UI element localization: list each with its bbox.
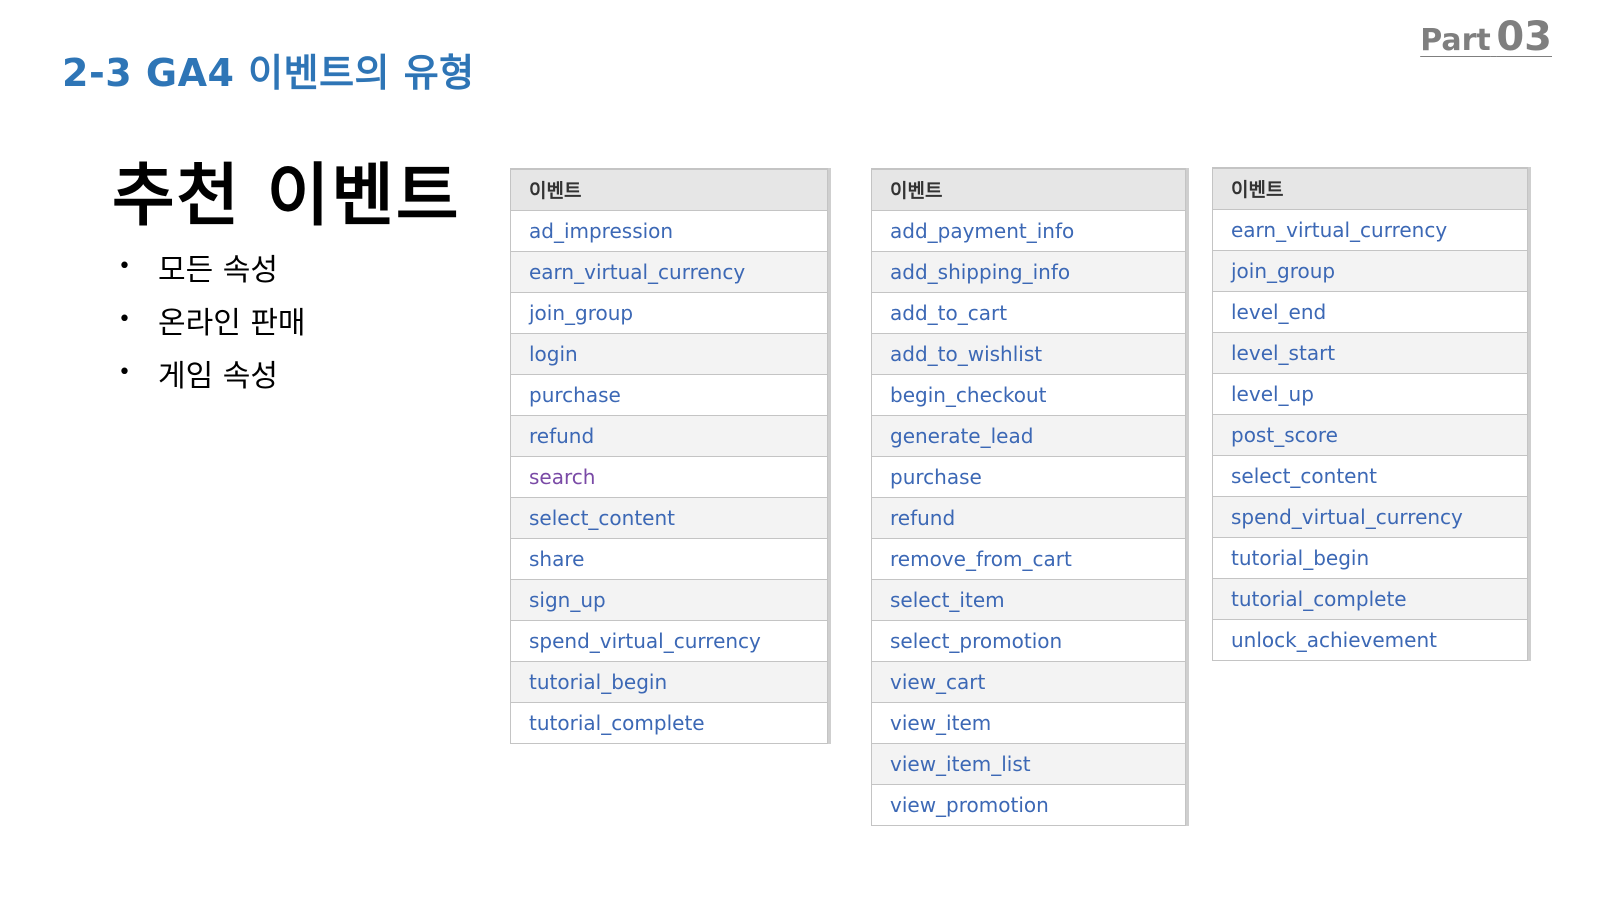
event-link[interactable]: add_payment_info: [871, 209, 1186, 252]
event-link[interactable]: level_start: [1212, 331, 1528, 374]
event-link[interactable]: select_promotion: [871, 619, 1186, 662]
bullet-dot-icon: •: [118, 254, 131, 279]
table-row: share: [510, 537, 828, 580]
section-title: 2-3 GA4 이벤트의 유형: [62, 51, 475, 95]
table-header: 이벤트: [1212, 167, 1528, 210]
event-link[interactable]: purchase: [510, 373, 828, 416]
table-row: select_promotion: [871, 619, 1186, 662]
table-row: unlock_achievement: [1212, 618, 1528, 661]
event-link[interactable]: share: [510, 537, 828, 580]
table-row: spend_virtual_currency: [1212, 495, 1528, 538]
bullet-dot-icon: •: [118, 307, 131, 332]
event-link[interactable]: tutorial_begin: [510, 660, 828, 703]
table-row: select_content: [510, 496, 828, 539]
event-link[interactable]: unlock_achievement: [1212, 618, 1528, 661]
table-row: purchase: [871, 455, 1186, 498]
table-row: remove_from_cart: [871, 537, 1186, 580]
event-link[interactable]: ad_impression: [510, 209, 828, 252]
table-row: view_cart: [871, 660, 1186, 703]
event-link[interactable]: add_shipping_info: [871, 250, 1186, 293]
event-link[interactable]: add_to_cart: [871, 291, 1186, 334]
event-link[interactable]: spend_virtual_currency: [1212, 495, 1528, 538]
event-link[interactable]: login: [510, 332, 828, 375]
event-link[interactable]: add_to_wishlist: [871, 332, 1186, 375]
bullet-text: 온라인 판매: [158, 305, 306, 341]
table-header: 이벤트: [871, 168, 1186, 211]
table-row: post_score: [1212, 413, 1528, 456]
table-row: level_end: [1212, 290, 1528, 333]
table-row: tutorial_complete: [1212, 577, 1528, 620]
event-link[interactable]: search: [510, 455, 828, 498]
event-link[interactable]: generate_lead: [871, 414, 1186, 457]
event-link[interactable]: refund: [871, 496, 1186, 539]
table-row: refund: [510, 414, 828, 457]
table-row: begin_checkout: [871, 373, 1186, 416]
event-link[interactable]: view_item_list: [871, 742, 1186, 785]
bullet-item: • 게임 속성: [118, 346, 306, 399]
table-row: generate_lead: [871, 414, 1186, 457]
event-link[interactable]: sign_up: [510, 578, 828, 621]
table-row: search: [510, 455, 828, 498]
bullet-text: 게임 속성: [158, 358, 278, 394]
event-table-online-sales: 이벤트 add_payment_info add_shipping_info add…: [871, 168, 1186, 826]
table-row: add_to_cart: [871, 291, 1186, 334]
table-row: add_to_wishlist: [871, 332, 1186, 375]
table-row: add_shipping_info: [871, 250, 1186, 293]
table-row: ad_impression: [510, 209, 828, 252]
event-link[interactable]: spend_virtual_currency: [510, 619, 828, 662]
event-link[interactable]: refund: [510, 414, 828, 457]
event-link[interactable]: earn_virtual_currency: [510, 250, 828, 293]
table-row: join_group: [510, 291, 828, 334]
event-link[interactable]: view_promotion: [871, 783, 1186, 826]
table-row: view_item: [871, 701, 1186, 744]
event-link[interactable]: tutorial_complete: [510, 701, 828, 744]
event-link[interactable]: level_end: [1212, 290, 1528, 333]
table-row: spend_virtual_currency: [510, 619, 828, 662]
table-row: view_promotion: [871, 783, 1186, 826]
table-row: tutorial_complete: [510, 701, 828, 744]
table-row: tutorial_begin: [1212, 536, 1528, 579]
bullet-text: 모든 속성: [158, 252, 278, 288]
bullet-item: • 온라인 판매: [118, 293, 306, 346]
event-link[interactable]: begin_checkout: [871, 373, 1186, 416]
table-row: view_item_list: [871, 742, 1186, 785]
event-table-games: 이벤트 earn_virtual_currency join_group level…: [1212, 167, 1528, 661]
event-table-all-properties: 이벤트 ad_impression earn_virtual_currency jo…: [510, 168, 828, 744]
table-row: level_start: [1212, 331, 1528, 374]
part-number: 03: [1496, 14, 1552, 60]
event-link[interactable]: earn_virtual_currency: [1212, 208, 1528, 251]
event-link[interactable]: tutorial_begin: [1212, 536, 1528, 579]
table-row: select_content: [1212, 454, 1528, 497]
table-row: select_item: [871, 578, 1186, 621]
event-link[interactable]: select_content: [1212, 454, 1528, 497]
table-row: level_up: [1212, 372, 1528, 415]
table-row: purchase: [510, 373, 828, 416]
event-link[interactable]: view_cart: [871, 660, 1186, 703]
main-heading: 추천 이벤트: [112, 157, 461, 236]
part-word: Part: [1420, 23, 1491, 58]
table-row: refund: [871, 496, 1186, 539]
table-row: sign_up: [510, 578, 828, 621]
table-header: 이벤트: [510, 168, 828, 211]
table-row: join_group: [1212, 249, 1528, 292]
event-link[interactable]: select_content: [510, 496, 828, 539]
table-row: add_payment_info: [871, 209, 1186, 252]
event-link[interactable]: remove_from_cart: [871, 537, 1186, 580]
event-link[interactable]: tutorial_complete: [1212, 577, 1528, 620]
part-label: Part 03: [1420, 14, 1552, 60]
event-link[interactable]: join_group: [510, 291, 828, 334]
event-link[interactable]: post_score: [1212, 413, 1528, 456]
table-row: earn_virtual_currency: [510, 250, 828, 293]
event-link[interactable]: select_item: [871, 578, 1186, 621]
bullet-list: • 모든 속성 • 온라인 판매 • 게임 속성: [118, 240, 306, 399]
bullet-dot-icon: •: [118, 360, 131, 385]
event-link[interactable]: purchase: [871, 455, 1186, 498]
table-row: login: [510, 332, 828, 375]
event-link[interactable]: join_group: [1212, 249, 1528, 292]
event-link[interactable]: level_up: [1212, 372, 1528, 415]
table-row: earn_virtual_currency: [1212, 208, 1528, 251]
event-link[interactable]: view_item: [871, 701, 1186, 744]
bullet-item: • 모든 속성: [118, 240, 306, 293]
table-row: tutorial_begin: [510, 660, 828, 703]
